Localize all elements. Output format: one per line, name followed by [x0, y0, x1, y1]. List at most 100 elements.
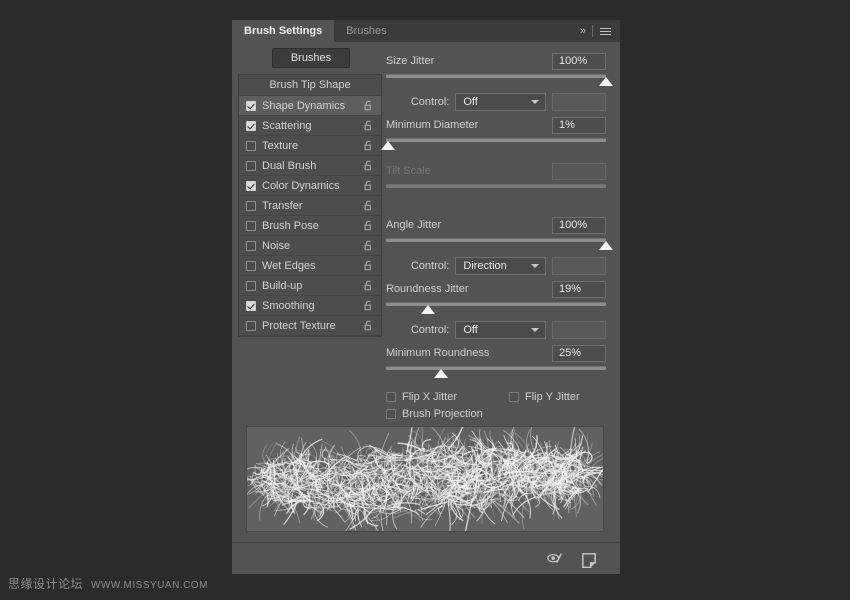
checkbox-scattering[interactable] [246, 121, 256, 131]
slider-track [386, 366, 606, 370]
lock-open-icon[interactable] [363, 120, 375, 132]
slider-thumb[interactable] [599, 77, 613, 86]
size-control-aux-field[interactable] [552, 93, 606, 111]
roundness-control-select[interactable]: Off [455, 321, 546, 339]
roundness-control-value: Off [463, 324, 531, 336]
sidebar-item-shape-dynamics[interactable]: Shape Dynamics [239, 96, 381, 116]
flip-jitter-line: Flip X Jitter Flip Y Jitter [386, 388, 604, 405]
angle-jitter-value[interactable]: 100% [552, 217, 606, 234]
minimum-diameter-row: Minimum Diameter 1% [386, 116, 606, 134]
angle-control-select[interactable]: Direction [455, 257, 546, 275]
sidebar-item-wet-edges[interactable]: Wet Edges [239, 256, 381, 276]
brushes-button[interactable]: Brushes [272, 48, 350, 68]
checkbox-transfer[interactable] [246, 201, 256, 211]
size-control-select[interactable]: Off [455, 93, 546, 111]
tab-brushes-label: Brushes [346, 25, 386, 37]
lock-open-icon[interactable] [363, 180, 375, 192]
tilt-scale-row: Tilt Scale [386, 162, 606, 180]
slider-thumb[interactable] [434, 369, 448, 378]
minimum-roundness-slider[interactable] [386, 364, 606, 380]
checkbox-smoothing[interactable] [246, 301, 256, 311]
brush-tip-shape-header[interactable]: Brush Tip Shape [239, 75, 381, 96]
panel-body: Brushes Brush Tip Shape Shape Dynamics S… [232, 42, 620, 542]
flip-y-jitter-label: Flip Y Jitter [525, 391, 580, 403]
sidebar-item-smoothing[interactable]: Smoothing [239, 296, 381, 316]
brush-projection-option[interactable]: Brush Projection [386, 408, 483, 420]
sidebar-item-scattering[interactable]: Scattering [239, 116, 381, 136]
sidebar-item-noise[interactable]: Noise [239, 236, 381, 256]
checkbox-noise[interactable] [246, 241, 256, 251]
checkbox-dual-brush[interactable] [246, 161, 256, 171]
size-control-value: Off [463, 96, 531, 108]
sidebar-item-build-up[interactable]: Build-up [239, 276, 381, 296]
flip-y-jitter-option[interactable]: Flip Y Jitter [509, 391, 580, 403]
sidebar-item-label: Brush Pose [262, 220, 363, 232]
brush-projection-label: Brush Projection [402, 408, 483, 420]
lock-open-icon[interactable] [363, 260, 375, 272]
roundness-control-aux-field[interactable] [552, 321, 606, 339]
roundness-jitter-value[interactable]: 19% [552, 281, 606, 298]
tab-brush-settings-label: Brush Settings [244, 25, 322, 37]
lock-open-icon[interactable] [363, 320, 375, 332]
angle-control-label: Control: [386, 260, 449, 272]
lock-open-icon[interactable] [363, 300, 375, 312]
checkbox-brush-projection[interactable] [386, 409, 396, 419]
flip-x-jitter-option[interactable]: Flip X Jitter [386, 391, 457, 403]
sidebar-item-label: Texture [262, 140, 363, 152]
brush-stroke-preview[interactable] [246, 426, 604, 532]
tab-brush-settings[interactable]: Brush Settings [232, 20, 334, 42]
angle-control-aux-field[interactable] [552, 257, 606, 275]
collapse-panel-icon[interactable]: » [580, 26, 585, 37]
watermark: 思缘设计论坛 WWW.MISSYUAN.COM [8, 575, 208, 592]
panel-tabbar: Brush Settings Brushes » [232, 20, 620, 42]
roundness-jitter-slider[interactable] [386, 300, 606, 316]
angle-jitter-slider[interactable] [386, 236, 606, 252]
checkbox-build-up[interactable] [246, 281, 256, 291]
sidebar-item-color-dynamics[interactable]: Color Dynamics [239, 176, 381, 196]
lock-open-icon[interactable] [363, 100, 375, 112]
sidebar-item-texture[interactable]: Texture [239, 136, 381, 156]
sidebar-item-dual-brush[interactable]: Dual Brush [239, 156, 381, 176]
checkbox-shape-dynamics[interactable] [246, 101, 256, 111]
lock-open-icon[interactable] [363, 240, 375, 252]
eye-slash-icon[interactable] [546, 551, 564, 567]
checkbox-wet-edges[interactable] [246, 261, 256, 271]
lock-open-icon[interactable] [363, 220, 375, 232]
lock-open-icon[interactable] [363, 280, 375, 292]
minimum-diameter-value[interactable]: 1% [552, 117, 606, 134]
slider-thumb[interactable] [381, 141, 395, 150]
size-jitter-value[interactable]: 100% [552, 53, 606, 70]
new-brush-icon[interactable] [580, 551, 598, 567]
minimum-roundness-value[interactable]: 25% [552, 345, 606, 362]
size-jitter-slider[interactable] [386, 72, 606, 88]
brushes-button-wrap: Brushes [238, 42, 384, 74]
slider-track [386, 74, 606, 78]
minimum-roundness-row: Minimum Roundness 25% [386, 344, 606, 362]
checkbox-flip-y-jitter[interactable] [509, 392, 519, 402]
lock-open-icon[interactable] [363, 160, 375, 172]
chevron-down-icon [531, 264, 539, 268]
checkbox-flip-x-jitter[interactable] [386, 392, 396, 402]
checkbox-color-dynamics[interactable] [246, 181, 256, 191]
tab-brushes[interactable]: Brushes [334, 20, 398, 42]
panel-menu-icon[interactable] [600, 28, 611, 35]
lock-open-icon[interactable] [363, 140, 375, 152]
flip-x-jitter-label: Flip X Jitter [402, 391, 457, 403]
lock-open-icon[interactable] [363, 200, 375, 212]
sidebar-item-label: Wet Edges [262, 260, 363, 272]
size-jitter-row: Size Jitter 100% [386, 52, 606, 70]
sidebar-item-label: Protect Texture [262, 320, 363, 332]
minimum-roundness-label: Minimum Roundness [386, 347, 489, 359]
checkbox-protect-texture[interactable] [246, 321, 256, 331]
slider-thumb[interactable] [599, 241, 613, 250]
slider-thumb[interactable] [421, 305, 435, 314]
flip-options: Flip X Jitter Flip Y Jitter Brush Projec… [386, 388, 604, 422]
size-control-label: Control: [386, 96, 449, 108]
checkbox-brush-pose[interactable] [246, 221, 256, 231]
checkbox-texture[interactable] [246, 141, 256, 151]
sidebar-item-transfer[interactable]: Transfer [239, 196, 381, 216]
sidebar-item-brush-pose[interactable]: Brush Pose [239, 216, 381, 236]
sidebar-item-protect-texture[interactable]: Protect Texture [239, 316, 381, 336]
minimum-diameter-slider[interactable] [386, 136, 606, 152]
minimum-diameter-label: Minimum Diameter [386, 119, 478, 131]
